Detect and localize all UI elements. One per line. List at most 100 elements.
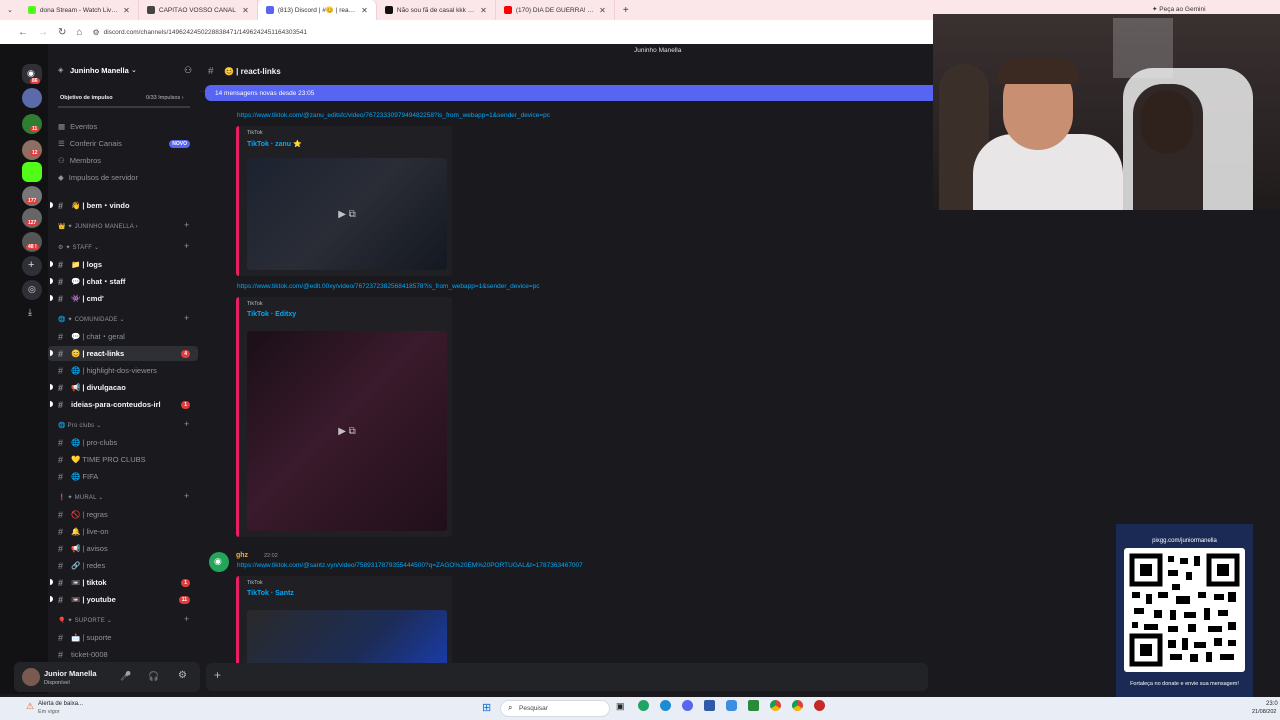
user-name[interactable]: Junior Manella [44, 669, 97, 678]
server-icon-1[interactable] [22, 88, 42, 108]
channel-category[interactable]: 🌐 ✦ COMUNIDADE ⌄ [58, 316, 125, 323]
tab-close-icon[interactable]: ✕ [361, 6, 368, 15]
explore-icon[interactable]: ◎ [22, 280, 42, 300]
create-channel-plus-icon[interactable]: + [184, 419, 189, 429]
channel-item[interactable]: # 👋 | bem・vindo [48, 198, 198, 213]
browser-tab[interactable]: (813) Discord | #😊 | react-links ✕ [257, 0, 377, 20]
windows-start-icon[interactable]: ⊞ [482, 701, 491, 714]
back-icon[interactable]: ← [18, 27, 28, 38]
alert-title[interactable]: Alerta de baixa... [38, 701, 83, 707]
browser-tab[interactable]: CAPITÃO VOSSO CANAL ✕ [139, 0, 258, 20]
browser-tab[interactable]: (170) DIA DE GUERRA! TRAIRA ✕ [496, 0, 615, 20]
new-messages-bar[interactable]: 14 mensagens novas desde 23:05 [205, 85, 933, 101]
message-composer[interactable]: + [206, 663, 928, 691]
channel-item[interactable]: # 🔔 | live-on [48, 524, 198, 539]
play-icon[interactable]: ▶ ⧉ [338, 209, 356, 220]
create-channel-plus-icon[interactable]: + [184, 491, 189, 501]
message-link[interactable]: https://www.tiktok.com/@santz.vyn/video/… [237, 562, 583, 569]
home-icon[interactable]: ⌂ [76, 27, 82, 38]
download-icon[interactable]: ⤓ [22, 304, 42, 324]
mic-muted-icon[interactable]: 🎤 [120, 671, 131, 682]
server-menu-chevron-icon[interactable]: ⌄ [131, 66, 137, 74]
create-channel-plus-icon[interactable]: + [184, 313, 189, 323]
tab-list-chevron-icon[interactable]: ⌄ [0, 6, 20, 14]
app-icon-6[interactable] [748, 700, 759, 711]
app-icon-3[interactable] [682, 700, 693, 711]
forward-icon[interactable]: → [38, 27, 48, 38]
edge-browser-icon[interactable] [660, 700, 671, 711]
channel-category[interactable]: 🌐 Pro clubs ⌄ [58, 422, 101, 429]
channel-item[interactable]: # ticket-0008 [48, 647, 198, 662]
channel-item[interactable]: # 📼 | youtube 11 [48, 592, 198, 607]
channel-category[interactable]: ⚙ ✦ STAFF ⌄ [58, 244, 99, 251]
channel-item[interactable]: # 🌐 FIFA [48, 469, 198, 484]
channel-item[interactable]: # 📁 | logs [48, 257, 198, 272]
clock-date[interactable]: 21/08/202 [1252, 709, 1276, 715]
channel-category[interactable]: ❗ ✦ MURAL ⌄ [58, 494, 104, 501]
create-channel-plus-icon[interactable]: + [184, 220, 189, 230]
add-server-icon[interactable]: + [22, 256, 42, 276]
server-icon-4[interactable] [22, 162, 42, 182]
embed-title[interactable]: TikTok · Editxy [247, 311, 296, 318]
clock-time[interactable]: 23:0 [1266, 701, 1278, 707]
message-avatar[interactable]: ◉ [209, 552, 229, 572]
nav-browse-channels[interactable]: ☰ Conferir Canais NOVO [48, 136, 198, 151]
tab-close-icon[interactable]: ✕ [480, 6, 487, 15]
video-thumbnail[interactable]: ▶ ⧉ [247, 158, 447, 270]
channel-item[interactable]: # 💛 TIME PRO CLUBS [48, 452, 198, 467]
play-icon[interactable]: ▶ ⧉ [338, 426, 356, 437]
channel-item[interactable]: # 💬 | chat・staff [48, 274, 198, 289]
channel-category[interactable]: 👑 ✦ JUNINHO MANELLA › [58, 223, 138, 230]
nav-server-boosts[interactable]: ◆ Impulsos de servidor [48, 170, 198, 185]
message-link[interactable]: https://www.tiktok.com/@edit.00xy/video/… [237, 283, 540, 290]
app-icon-4[interactable] [704, 700, 715, 711]
browser-tab[interactable]: Não sou fã de casal kkk mais p✕ [377, 0, 496, 20]
gemini-button[interactable]: ✦ Peça ao Gemini [1152, 5, 1206, 13]
nav-events[interactable]: ▦ Eventos [48, 119, 198, 134]
app-icon-5[interactable] [726, 700, 737, 711]
chrome-icon-2[interactable] [792, 700, 803, 711]
channel-item[interactable]: # ideias-para-conteudos-irl 1 [48, 397, 198, 412]
channel-item[interactable]: # 📼 | tiktok 1 [48, 575, 198, 590]
tab-close-icon[interactable]: ✕ [123, 6, 130, 15]
weather-alert-icon[interactable]: ⚠ [26, 701, 34, 712]
create-channel-plus-icon[interactable]: + [184, 241, 189, 251]
reload-icon[interactable]: ↻ [58, 27, 66, 38]
headphones-muted-icon[interactable]: 🎧 [148, 671, 159, 682]
channel-item[interactable]: # 💬 | chat・geral [48, 329, 198, 344]
embed-title[interactable]: TikTok · zanu ⭐ [247, 140, 302, 148]
invite-people-icon[interactable]: ⚇ [184, 65, 192, 76]
server-name[interactable]: Juninho Manella [70, 66, 129, 75]
new-tab-button[interactable]: + [615, 5, 637, 16]
channel-item[interactable]: # 🌐 | pro-clubs [48, 435, 198, 450]
create-channel-plus-icon[interactable]: + [184, 614, 189, 624]
taskbar-search[interactable]: ⌕ Pesquisar [500, 700, 610, 717]
settings-gear-icon[interactable]: ⚙ [178, 670, 187, 681]
channel-category[interactable]: 🎈 ✦ SUPORTE ⌄ [58, 617, 112, 624]
boost-goal-label[interactable]: Objetivo de impulso [60, 95, 113, 101]
browser-tab[interactable]: dona Stream - Watch Live on K ✕ [20, 0, 139, 20]
channel-item[interactable]: # 🔗 | redes [48, 558, 198, 573]
message-author[interactable]: ghz [236, 552, 248, 559]
app-icon-9[interactable] [814, 700, 825, 711]
task-view-icon[interactable]: ▣ [616, 701, 625, 712]
video-thumbnail[interactable] [247, 610, 447, 666]
video-thumbnail[interactable]: ▶ ⧉ [247, 331, 447, 531]
tab-close-icon[interactable]: ✕ [599, 6, 606, 15]
channel-item[interactable]: # 🌐 | highlight-dos-viewers [48, 363, 198, 378]
channel-item[interactable]: # 🚫 | regras [48, 507, 198, 522]
message-link[interactable]: https://www.tiktok.com/@zanu_editsfc/vid… [237, 112, 550, 119]
tab-close-icon[interactable]: ✕ [242, 6, 249, 15]
channel-item[interactable]: # 📢 | avisos [48, 541, 198, 556]
attach-plus-icon[interactable]: + [214, 668, 221, 682]
nav-members[interactable]: ⚇ Membros [48, 153, 198, 168]
embed-title[interactable]: TikTok · Santz [247, 590, 294, 597]
app-icon-1[interactable] [638, 700, 649, 711]
channel-item[interactable]: # 📩 | suporte [48, 630, 198, 645]
channel-item[interactable]: # 👾 | cmd' [48, 291, 198, 306]
site-info-icon[interactable]: ⚙ [92, 28, 99, 37]
avatar[interactable] [22, 668, 40, 686]
chrome-icon[interactable] [770, 700, 781, 711]
url-field[interactable]: discord.com/channels/1496242450228838471… [104, 29, 307, 36]
channel-item[interactable]: # 😊 | react-links 4 [48, 346, 198, 361]
